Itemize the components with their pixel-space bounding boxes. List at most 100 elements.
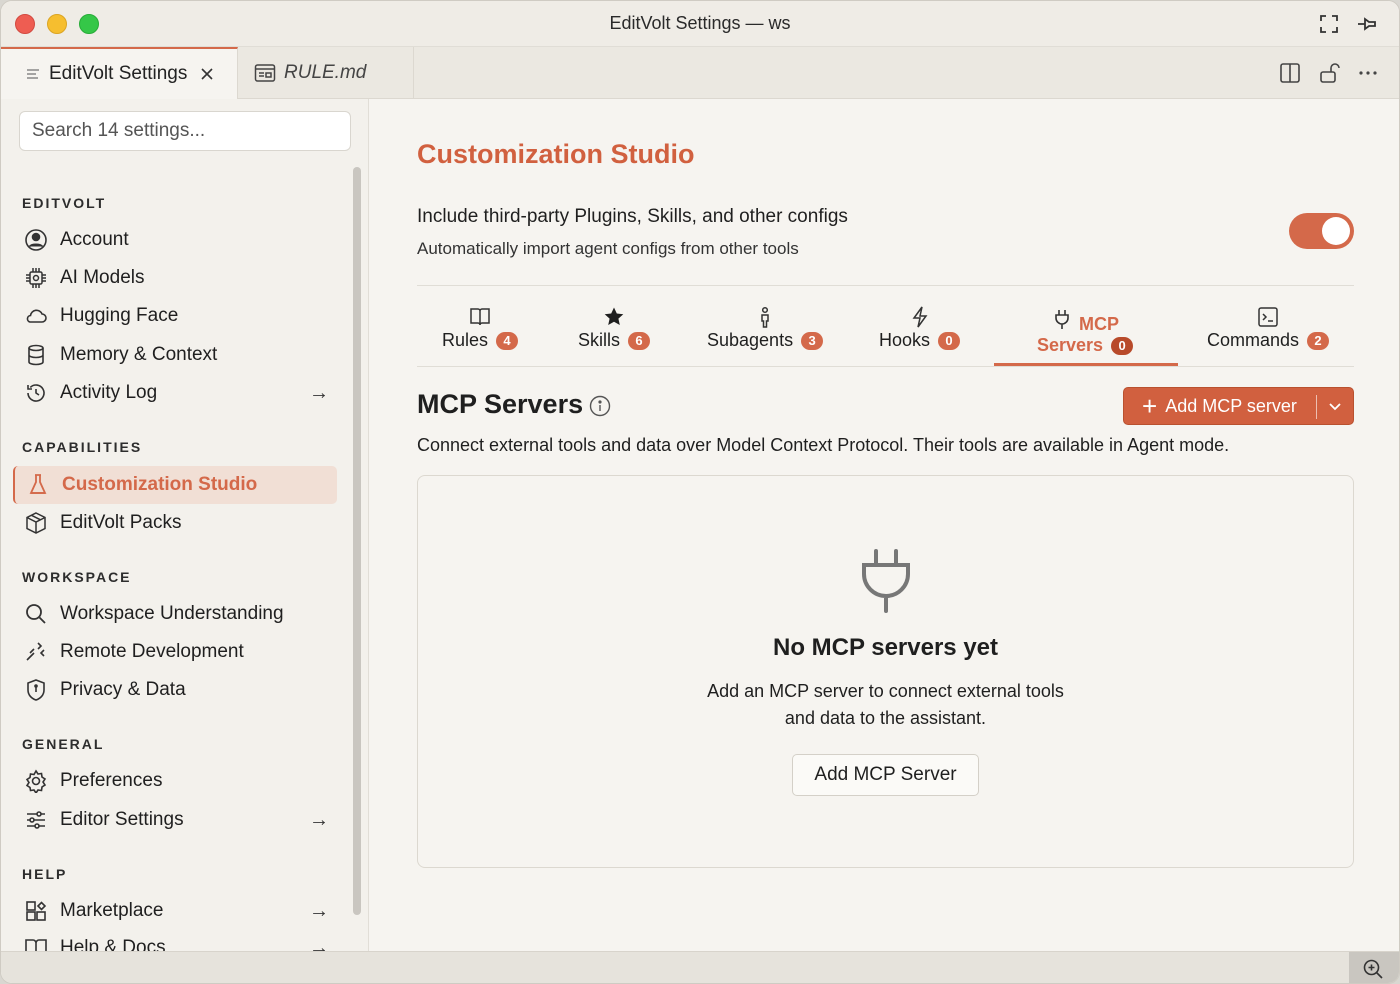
count-badge: 2	[1307, 331, 1330, 350]
sidebar-item-marketplace[interactable]: Marketplace →	[13, 892, 337, 930]
sidebar-item-ai-models[interactable]: AI Models	[13, 259, 337, 297]
sidebar-item-label: Privacy & Data	[60, 679, 186, 700]
external-arrow-icon: →	[309, 381, 329, 404]
sidebar-item-privacy-data[interactable]: Privacy & Data	[13, 671, 337, 709]
chip-icon	[26, 268, 46, 288]
zoom-in-icon	[1363, 959, 1383, 979]
cloud-icon	[26, 309, 47, 323]
account-icon	[25, 229, 47, 251]
empty-state-line: and data to the assistant.	[784, 708, 987, 728]
sidebar-item-label: EditVolt Packs	[60, 512, 182, 533]
subtab-skills[interactable]: Skills 6	[578, 306, 651, 368]
sidebar-scrollbar[interactable]	[353, 167, 361, 915]
section-label-help: HELP	[22, 866, 68, 882]
settings-search-input[interactable]	[19, 111, 351, 151]
count-badge: 4	[496, 331, 519, 350]
info-icon[interactable]	[589, 395, 611, 417]
subtab-label-line1: MCP	[1079, 314, 1120, 334]
add-mcp-server-empty-button[interactable]: Add MCP Server	[792, 754, 979, 796]
empty-state-card: No MCP servers yet Add an MCP server to …	[417, 475, 1354, 868]
unlock-icon[interactable]	[1318, 62, 1340, 84]
database-icon	[28, 344, 44, 366]
setting-title: Include third-party Plugins, Skills, and…	[417, 206, 848, 227]
sliders-icon	[27, 811, 45, 829]
sidebar-item-preferences[interactable]: Preferences	[13, 762, 337, 800]
flask-icon	[29, 474, 47, 494]
title-bar: EditVolt Settings — ws	[1, 1, 1399, 47]
book-icon	[25, 939, 47, 951]
tab-label: RULE.md	[284, 62, 367, 83]
subtab-mcp-servers[interactable]: MCP Servers 0	[1037, 306, 1134, 368]
tab-label: EditVolt Settings	[49, 63, 188, 84]
book-icon	[470, 308, 490, 326]
editor-tab-bar: EditVolt Settings RULE.md	[1, 47, 1399, 99]
sidebar-item-help-docs[interactable]: Help & Docs →	[13, 929, 337, 951]
pin-icon[interactable]	[1356, 13, 1378, 35]
window-title: EditVolt Settings — ws	[609, 13, 791, 33]
sidebar-item-memory-context[interactable]: Memory & Context	[13, 336, 337, 374]
subtab-label-line2: Servers	[1037, 335, 1104, 355]
close-icon[interactable]	[199, 66, 215, 82]
sidebar-item-customization-studio[interactable]: Customization Studio	[13, 466, 337, 504]
main-content: Customization Studio Include third-party…	[370, 99, 1399, 951]
split-editor-icon[interactable]	[1279, 62, 1301, 84]
section-title: MCP Servers	[417, 389, 584, 419]
empty-state-title: No MCP servers yet	[773, 634, 998, 661]
add-mcp-server-button[interactable]: + Add MCP server	[1123, 387, 1354, 425]
count-badge: 6	[628, 331, 651, 350]
count-badge: 0	[938, 331, 961, 350]
include-third-party-toggle[interactable]	[1289, 213, 1354, 249]
settings-sidebar: EDITVOLT Account AI Models Hugging Face …	[1, 99, 369, 951]
plus-icon: +	[1142, 391, 1158, 421]
subtab-label: Commands	[1207, 330, 1300, 350]
sidebar-item-label: Preferences	[60, 770, 163, 791]
shield-icon	[27, 679, 45, 701]
sidebar-item-workspace-understanding[interactable]: Workspace Understanding	[13, 595, 337, 633]
package-icon	[26, 512, 46, 534]
section-label-capabilities: CAPABILITIES	[22, 439, 143, 455]
plug-icon	[862, 549, 910, 613]
plug-icon	[1055, 310, 1069, 329]
subtab-subagents[interactable]: Subagents 3	[707, 306, 824, 368]
sidebar-item-account[interactable]: Account	[13, 221, 337, 259]
chevron-down-icon[interactable]	[1326, 397, 1344, 415]
toggle-knob	[1322, 217, 1350, 245]
bolt-icon	[912, 306, 927, 328]
external-arrow-icon: →	[309, 936, 329, 952]
sidebar-item-hugging-face[interactable]: Hugging Face	[13, 297, 337, 335]
preview-icon	[254, 64, 276, 82]
more-actions-icon[interactable]	[1357, 62, 1379, 84]
subtab-label: Subagents	[707, 330, 794, 350]
sidebar-item-label: AI Models	[60, 267, 145, 288]
add-button-label: Add MCP server	[1165, 395, 1297, 416]
section-label-workspace: WORKSPACE	[22, 569, 132, 585]
sidebar-item-editvolt-packs[interactable]: EditVolt Packs	[13, 504, 337, 542]
section-description: Connect external tools and data over Mod…	[417, 435, 1230, 455]
sidebar-item-label: Customization Studio	[62, 474, 258, 495]
sidebar-item-label: Account	[60, 229, 129, 250]
sidebar-item-label: Help & Docs	[60, 937, 166, 951]
button-split-divider	[1316, 395, 1317, 419]
star-icon	[604, 307, 624, 325]
section-label-general: GENERAL	[22, 736, 105, 752]
sidebar-item-remote-development[interactable]: Remote Development	[13, 633, 337, 671]
subtab-commands[interactable]: Commands 2	[1207, 306, 1330, 368]
sidebar-item-editor-settings[interactable]: Editor Settings →	[13, 801, 337, 839]
subtab-hooks[interactable]: Hooks 0	[879, 306, 961, 368]
section-label-editvolt: EDITVOLT	[22, 195, 107, 211]
zoom-button[interactable]	[1349, 952, 1399, 983]
sidebar-item-label: Editor Settings	[60, 809, 184, 830]
subtab-rules[interactable]: Rules 4	[442, 306, 519, 368]
empty-state-line: Add an MCP server to connect external to…	[707, 681, 1064, 701]
subtab-label: Rules	[442, 330, 489, 350]
person-icon	[761, 306, 769, 328]
fullscreen-icon[interactable]	[1318, 13, 1340, 35]
sidebar-item-activity-log[interactable]: Activity Log →	[13, 374, 337, 412]
terminal-icon	[1258, 307, 1278, 327]
sidebar-item-label: Workspace Understanding	[60, 603, 284, 624]
sidebar-item-label: Marketplace	[60, 900, 164, 921]
sidebar-item-label: Activity Log	[60, 382, 158, 403]
subtab-label: Hooks	[879, 330, 931, 350]
tab-editvolt-settings[interactable]: EditVolt Settings	[1, 47, 238, 99]
tab-rule-md[interactable]: RULE.md	[238, 47, 414, 99]
